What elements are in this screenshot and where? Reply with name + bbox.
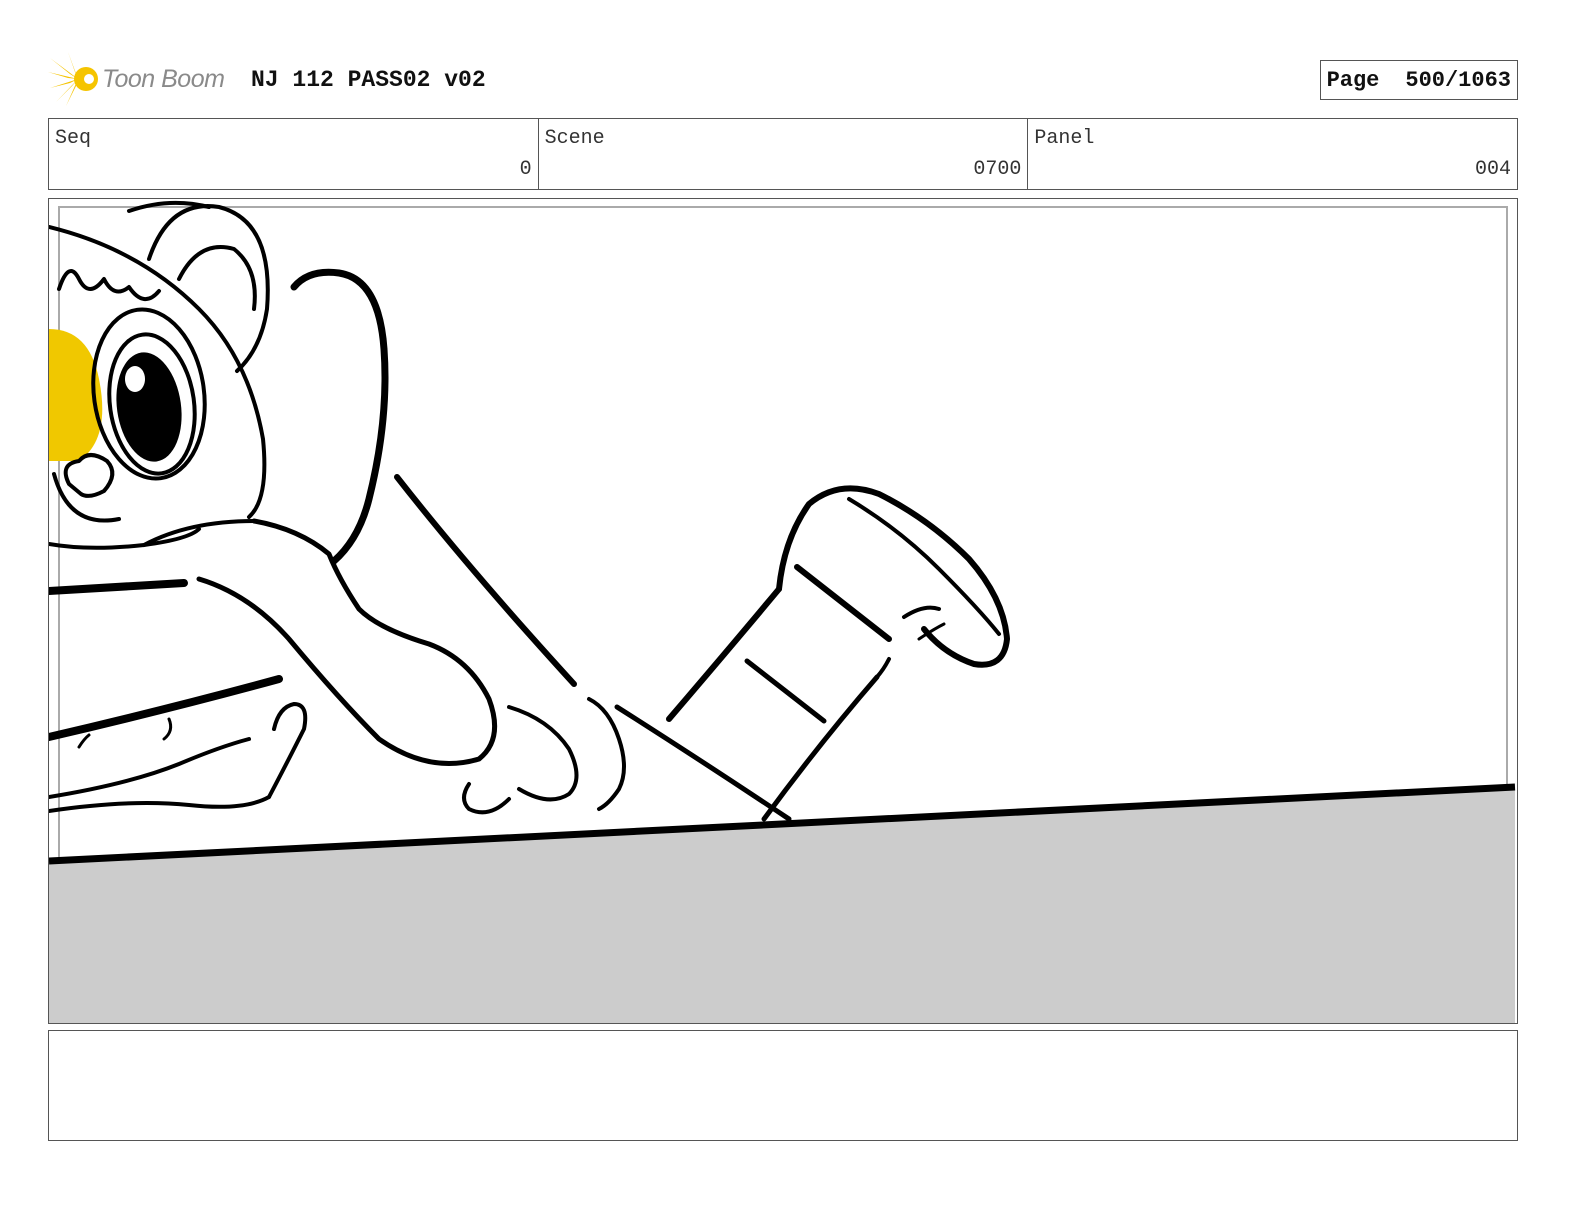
storyboard-panel [48, 198, 1518, 1024]
seq-value: 0 [519, 158, 532, 181]
seq-field: Seq 0 [49, 119, 539, 189]
storyboard-drawing [49, 200, 1516, 1023]
logo-text: Toon Boom [102, 65, 225, 93]
panel-notes-box [48, 1030, 1518, 1141]
page-number: 500/1063 [1405, 67, 1511, 93]
page-label: Page [1326, 67, 1380, 93]
document-title: NJ 112 PASS02 v02 [251, 67, 486, 93]
starburst-icon [48, 52, 98, 106]
page-indicator: Page 500/1063 [1319, 60, 1518, 100]
page-header: Toon Boom NJ 112 PASS02 v02 Page 500/106… [48, 50, 1518, 110]
panel-label: Panel [1034, 127, 1095, 150]
seq-label: Seq [55, 127, 92, 150]
scene-label: Scene [544, 127, 605, 150]
scene-value: 0700 [973, 158, 1022, 181]
toon-boom-logo: Toon Boom [48, 50, 238, 108]
scene-field: Scene 0700 [539, 119, 1029, 189]
panel-info-row: Seq 0 Scene 0700 Panel 004 [48, 118, 1518, 190]
panel-value: 004 [1475, 158, 1512, 181]
panel-field: Panel 004 [1028, 119, 1517, 189]
